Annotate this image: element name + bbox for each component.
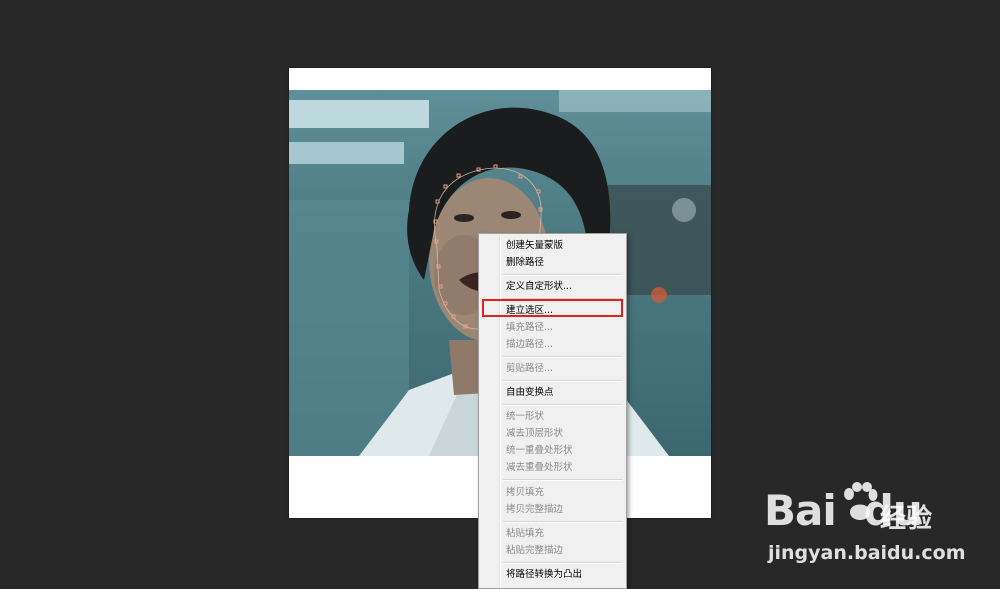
menu-separator: [503, 274, 623, 276]
menu-item-paste-complete-stroke[interactable]: 粘贴完整描边: [481, 542, 624, 559]
menu-item-define-custom-shape[interactable]: 定义自定形状...: [481, 278, 624, 295]
menu-item-stroke-path[interactable]: 描边路径...: [481, 336, 624, 353]
baidu-paw-icon: [844, 482, 878, 520]
context-menu: 创建矢量蒙版 删除路径 定义自定形状... 建立选区... 填充路径... 描边…: [478, 233, 627, 589]
menu-separator: [503, 479, 623, 481]
menu-item-subtract-front-shape[interactable]: 减去顶层形状: [481, 425, 624, 442]
highlight-annotation-box: [482, 299, 623, 317]
menu-item-unite-overlap[interactable]: 统一重叠处形状: [481, 442, 624, 459]
menu-separator: [503, 380, 623, 382]
menu-separator: [503, 521, 623, 523]
menu-item-delete-path[interactable]: 删除路径: [481, 254, 624, 271]
menu-separator: [503, 356, 623, 358]
watermark-product-name: 经验: [880, 504, 933, 534]
menu-item-free-transform-points[interactable]: 自由变换点: [481, 384, 624, 401]
menu-item-fill-path[interactable]: 填充路径...: [481, 319, 624, 336]
menu-item-unite-shapes[interactable]: 统一形状: [481, 408, 624, 425]
baidu-jingyan-watermark: Bai du 经验 jingyan.baidu.com: [764, 478, 994, 578]
menu-item-convert-path-to-extrusion[interactable]: 将路径转换为凸出: [481, 566, 624, 583]
watermark-url: jingyan.baidu.com: [768, 542, 966, 564]
menu-item-copy-fill[interactable]: 拷贝填充: [481, 484, 624, 501]
menu-separator: [503, 404, 623, 406]
menu-item-clipping-path[interactable]: 剪贴路径...: [481, 360, 624, 377]
menu-item-create-vector-mask[interactable]: 创建矢量蒙版: [481, 237, 624, 254]
menu-separator: [503, 562, 623, 564]
menu-item-copy-complete-stroke[interactable]: 拷贝完整描边: [481, 501, 624, 518]
menu-item-subtract-overlap[interactable]: 减去重叠处形状: [481, 459, 624, 476]
menu-item-paste-fill[interactable]: 粘贴填充: [481, 525, 624, 542]
